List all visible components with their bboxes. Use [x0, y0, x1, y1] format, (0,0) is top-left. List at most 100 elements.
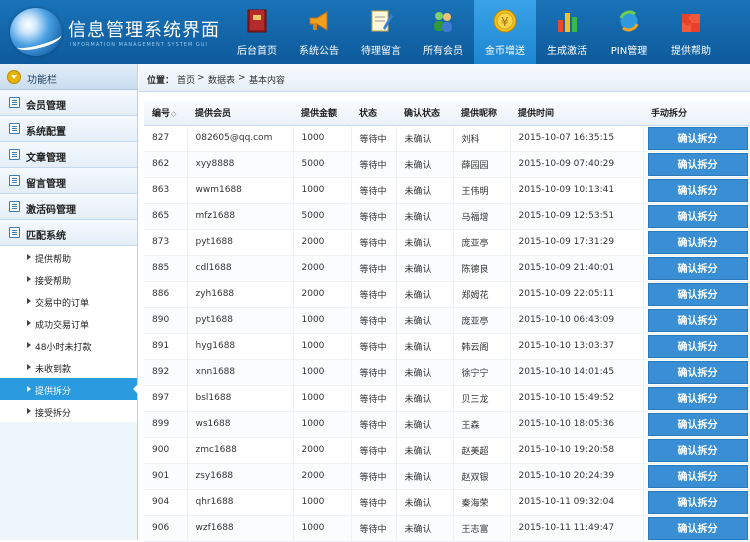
sidebar-subitem-provide-help[interactable]: 提供帮助: [0, 246, 137, 268]
cell-action: 确认拆分: [643, 385, 750, 412]
nav-item-pin[interactable]: PIN管理: [598, 0, 660, 64]
triangle-right-icon: [27, 364, 31, 370]
confirm-split-button[interactable]: 确认拆分: [647, 464, 748, 488]
cell-amount: 1000: [293, 307, 352, 334]
cell-action: 确认拆分: [643, 177, 750, 204]
confirm-split-button[interactable]: 确认拆分: [647, 412, 748, 436]
confirm-split-button[interactable]: 确认拆分: [647, 516, 748, 540]
cell-status: 等待中: [351, 411, 397, 438]
cell-time: 2015-10-09 07:40:29: [510, 151, 644, 178]
sidebar-item-message-manage[interactable]: 留言管理: [0, 168, 137, 194]
cell-status: 等待中: [351, 333, 397, 360]
table-row: 906 wzf1688 1000 等待中 未确认 王志富 2015-10-11 11:49:…: [144, 515, 750, 542]
column-header-id[interactable]: 编号◇: [144, 101, 187, 126]
breadcrumb-item-home[interactable]: 首页: [177, 73, 195, 86]
cell-action: 确认拆分: [643, 255, 750, 282]
notepad-pencil-icon: [371, 10, 393, 32]
cell-member: 082605@qq.com: [187, 125, 294, 152]
table-row: 904 qhr1688 1000 等待中 未确认 秦海荣 2015-10-11 09:32:…: [144, 489, 750, 516]
cell-time: 2015-10-09 21:40:01: [510, 255, 644, 282]
cell-amount: 1000: [293, 359, 352, 386]
cell-time: 2015-10-09 10:13:41: [510, 177, 644, 204]
cell-action: 确认拆分: [643, 203, 750, 230]
table-row: 865 mfz1688 5000 等待中 未确认 马福增 2015-10-09 12:53:…: [144, 203, 750, 230]
confirm-split-button[interactable]: 确认拆分: [647, 438, 748, 462]
sidebar-subitem-trading-orders[interactable]: 交易中的订单: [0, 290, 137, 312]
sidebar-item-match-system[interactable]: 匹配系统: [0, 220, 137, 246]
table-row: 890 pyt1688 1000 等待中 未确认 庞亚亭 2015-10-10 06:43:…: [144, 307, 750, 334]
sidebar-item-activation-code[interactable]: 激活码管理: [0, 194, 137, 220]
cell-action: 确认拆分: [643, 515, 750, 542]
sidebar-item-label: 激活码管理: [26, 205, 76, 216]
cell-member: xnn1688: [187, 359, 294, 386]
sidebar-subitem-accept-help[interactable]: 接受帮助: [0, 268, 137, 290]
cell-status: 等待中: [351, 229, 397, 256]
confirm-split-button[interactable]: 确认拆分: [647, 308, 748, 332]
sidebar-subitem-label: 接受帮助: [35, 277, 72, 287]
breadcrumb-item-content[interactable]: 基本内容: [249, 73, 285, 86]
triangle-right-icon: [27, 320, 31, 326]
list-icon: [9, 149, 20, 160]
sidebar-item-member-manage[interactable]: 会员管理: [0, 90, 137, 116]
users-icon: [434, 12, 452, 32]
nav-item-activation[interactable]: 生成激活: [536, 0, 598, 64]
sort-icon[interactable]: ◇: [171, 110, 176, 118]
nav-label: 系统公告: [299, 46, 339, 57]
nav-item-members[interactable]: 所有会员: [412, 0, 474, 64]
sidebar-item-label: 留言管理: [26, 179, 66, 190]
confirm-split-button[interactable]: 确认拆分: [647, 490, 748, 514]
confirm-split-button[interactable]: 确认拆分: [647, 204, 748, 228]
cell-nickname: 王伟明: [453, 177, 511, 204]
cell-nickname: 王森: [453, 411, 511, 438]
top-header: 信息管理系统界面 INFORMATION MANAGEMENT SYSTEM G…: [0, 0, 750, 64]
breadcrumb-item-datatable[interactable]: 数据表: [208, 73, 235, 86]
confirm-split-button[interactable]: 确认拆分: [647, 152, 748, 176]
sidebar-subitem-accept-split[interactable]: 接受拆分: [0, 400, 137, 422]
sidebar-subitem-provide-split[interactable]: 提供拆分: [0, 378, 138, 400]
cell-amount: 1000: [293, 489, 352, 516]
table-row: 891 hyg1688 1000 等待中 未确认 韩云阁 2015-10-10 13:03:…: [144, 333, 750, 360]
cell-time: 2015-10-10 14:01:45: [510, 359, 644, 386]
nav-item-gold-coin[interactable]: ¥ 金币增送: [474, 0, 536, 64]
sidebar-item-article-manage[interactable]: 文章管理: [0, 142, 137, 168]
nav-item-home[interactable]: 后台首页: [226, 0, 288, 64]
cell-amount: 5000: [293, 151, 352, 178]
sidebar-item-system-config[interactable]: 系统配置: [0, 116, 137, 142]
nav-item-help[interactable]: 提供帮助: [660, 0, 722, 64]
sidebar-subitem-success-orders[interactable]: 成功交易订单: [0, 312, 137, 334]
nav-item-announcement[interactable]: 系统公告: [288, 0, 350, 64]
cell-status: 等待中: [351, 125, 397, 152]
confirm-split-button[interactable]: 确认拆分: [647, 230, 748, 254]
cell-id: 863: [144, 177, 188, 204]
cell-id: 906: [144, 515, 188, 542]
sidebar-item-label: 匹配系统: [26, 231, 66, 242]
confirm-split-button[interactable]: 确认拆分: [647, 386, 748, 410]
cell-nickname: 王志富: [453, 515, 511, 542]
table-row: 873 pyt1688 2000 等待中 未确认 庞亚亭 2015-10-09 17:31:…: [144, 229, 750, 256]
confirm-split-button[interactable]: 确认拆分: [647, 178, 748, 202]
sidebar-title: 功能栏: [0, 64, 137, 90]
cell-time: 2015-10-10 13:03:37: [510, 333, 644, 360]
confirm-split-button[interactable]: 确认拆分: [647, 282, 748, 306]
confirm-split-button[interactable]: 确认拆分: [647, 360, 748, 384]
cell-nickname: 贝三龙: [453, 385, 511, 412]
app-subtitle: INFORMATION MANAGEMENT SYSTEM GUI: [70, 42, 208, 48]
nav-item-messages[interactable]: 待理留言: [350, 0, 412, 64]
breadcrumb-label: 位置：: [147, 76, 175, 86]
refresh-globe-icon: [619, 10, 639, 32]
confirm-split-button[interactable]: 确认拆分: [647, 334, 748, 358]
split-table: 编号◇ 提供会员 提供金额 状态 确认状态 提供昵称 提供时间 手动拆分 827…: [144, 101, 750, 542]
sidebar-subitem-48h-unpaid[interactable]: 48小时未打款: [0, 334, 137, 356]
sidebar-subitem-not-received[interactable]: 未收到款: [0, 356, 137, 378]
cell-id: 901: [144, 463, 188, 490]
cell-status: 等待中: [351, 463, 397, 490]
cell-amount: 5000: [293, 203, 352, 230]
cell-amount: 1000: [293, 411, 352, 438]
nav-label: 提供帮助: [671, 46, 711, 57]
cell-id: 904: [144, 489, 188, 516]
cell-time: 2015-10-07 16:35:15: [510, 125, 644, 152]
sidebar-subitem-label: 提供拆分: [35, 387, 72, 397]
confirm-split-button[interactable]: 确认拆分: [647, 126, 748, 150]
confirm-split-button[interactable]: 确认拆分: [647, 256, 748, 280]
table-row: 886 zyh1688 2000 等待中 未确认 郑姆花 2015-10-09 22:05:…: [144, 281, 750, 308]
